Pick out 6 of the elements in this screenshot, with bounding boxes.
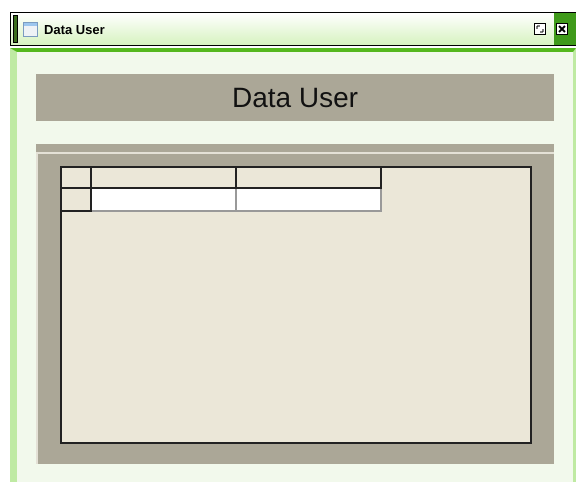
window-title: Data User: [44, 22, 106, 36]
window-icon: [23, 22, 38, 36]
restore-button[interactable]: [534, 23, 546, 35]
heading: Data User: [232, 82, 358, 114]
close-button[interactable]: [556, 23, 568, 35]
grip-icon: [13, 15, 18, 43]
